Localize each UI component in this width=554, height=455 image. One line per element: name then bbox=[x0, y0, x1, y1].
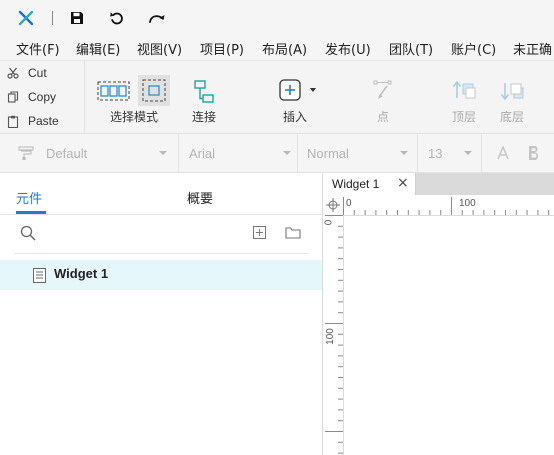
menu-team[interactable]: 团队(T) bbox=[389, 39, 433, 58]
select-mode-label: 选择模式 bbox=[109, 110, 158, 124]
cut-button[interactable]: Cut bbox=[6, 62, 82, 84]
menu-file[interactable]: 文件(F) bbox=[16, 39, 60, 58]
chevron-down-icon bbox=[400, 151, 408, 155]
list-item[interactable]: Widget 1 bbox=[0, 260, 322, 290]
document-tab[interactable]: Widget 1 × bbox=[323, 173, 416, 195]
search-row bbox=[0, 215, 322, 253]
chevron-down-icon bbox=[283, 151, 291, 155]
font-value: Arial bbox=[189, 145, 216, 161]
bring-to-front-button[interactable]: 顶层 bbox=[446, 61, 482, 133]
widget-item-label: Widget 1 bbox=[54, 266, 109, 281]
font-dropdown[interactable]: Arial bbox=[189, 134, 293, 172]
format-separator bbox=[178, 134, 179, 172]
select-mode-button[interactable]: 选择模式 bbox=[96, 61, 172, 133]
menu-bar: 文件(F) 编辑(E) 视图(V) 项目(P) 布局(A) 发布(U) 团队(T… bbox=[0, 36, 554, 61]
paste-button[interactable]: Paste bbox=[6, 110, 82, 132]
horizontal-ruler-ticks bbox=[343, 197, 550, 215]
menu-account[interactable]: 账户(C) bbox=[451, 39, 496, 58]
format-separator bbox=[297, 134, 298, 172]
title-bar bbox=[0, 0, 554, 36]
connect-label: 连接 bbox=[191, 110, 216, 124]
send-to-back-icon bbox=[499, 75, 525, 107]
font-size-value: 13 bbox=[428, 145, 443, 161]
font-color-icon bbox=[497, 146, 509, 160]
menu-publish[interactable]: 发布(U) bbox=[325, 39, 371, 58]
ruler-label: 100 bbox=[324, 328, 336, 345]
document-tab-strip: Widget 1 × bbox=[323, 173, 554, 195]
format-separator bbox=[481, 134, 482, 172]
close-icon[interactable]: × bbox=[397, 175, 409, 191]
copy-icon bbox=[6, 91, 20, 103]
clipboard-icon bbox=[6, 115, 20, 128]
ruler-corner bbox=[323, 195, 344, 216]
folder-icon[interactable] bbox=[285, 226, 301, 242]
cut-label: Cut bbox=[28, 66, 47, 80]
tab-widgets[interactable]: 元件 bbox=[16, 188, 42, 207]
add-page-icon[interactable] bbox=[253, 226, 266, 242]
page-icon bbox=[33, 268, 46, 286]
chevron-down-icon bbox=[464, 151, 472, 155]
connect-button[interactable]: 连接 bbox=[186, 61, 222, 133]
scissors-icon bbox=[6, 67, 20, 79]
insert-button[interactable]: 插入 bbox=[272, 61, 318, 133]
chevron-down-icon bbox=[159, 151, 167, 155]
horizontal-ruler: 0 100 bbox=[343, 195, 554, 216]
insert-label: 插入 bbox=[282, 110, 307, 124]
bold-icon bbox=[529, 146, 538, 160]
left-panel: 元件 概要 Widget 1 bbox=[0, 173, 323, 455]
font-size-dropdown[interactable]: 13 bbox=[428, 134, 474, 172]
canvas-area: Widget 1 × 0 100 0 100 bbox=[323, 173, 554, 455]
font-weight-value: Normal bbox=[307, 145, 349, 161]
ruler-label: 0 bbox=[323, 219, 335, 226]
menu-unverified[interactable]: 未正确 bbox=[513, 39, 552, 58]
copy-button[interactable]: Copy bbox=[6, 86, 82, 108]
style-dropdown[interactable]: Default bbox=[18, 134, 170, 172]
select-mode-icons bbox=[96, 75, 172, 107]
send-to-back-button[interactable]: 底层 bbox=[494, 61, 530, 133]
menu-view[interactable]: 视图(V) bbox=[137, 39, 182, 58]
bring-to-front-label: 顶层 bbox=[451, 110, 476, 124]
menu-project[interactable]: 项目(P) bbox=[200, 39, 244, 58]
document-tab-title: Widget 1 bbox=[332, 177, 380, 191]
axure-logo-icon bbox=[16, 8, 36, 28]
save-icon[interactable] bbox=[67, 8, 87, 28]
menu-layout[interactable]: 布局(A) bbox=[262, 39, 307, 58]
format-bar: Default Arial Normal 13 bbox=[0, 134, 554, 173]
bold-button[interactable] bbox=[527, 134, 543, 172]
point-label: 点 bbox=[376, 110, 389, 124]
search-underline bbox=[14, 253, 308, 254]
ruler-label: 0 bbox=[346, 198, 352, 209]
font-weight-dropdown[interactable]: Normal bbox=[307, 134, 411, 172]
point-button[interactable]: 点 bbox=[366, 61, 400, 133]
format-separator bbox=[417, 134, 418, 172]
crosshair-icon bbox=[326, 198, 340, 212]
clipboard-panel: Cut Copy Paste bbox=[0, 61, 85, 133]
redo-icon[interactable] bbox=[147, 8, 167, 28]
send-to-back-label: 底层 bbox=[499, 110, 524, 124]
paste-label: Paste bbox=[28, 114, 59, 128]
insert-icon bbox=[272, 75, 318, 107]
copy-label: Copy bbox=[28, 90, 57, 104]
tab-outline[interactable]: 概要 bbox=[187, 188, 213, 207]
paint-brush-icon bbox=[18, 145, 36, 161]
style-value: Default bbox=[46, 145, 88, 161]
font-color-button[interactable] bbox=[496, 134, 510, 172]
bring-to-front-icon bbox=[451, 75, 477, 107]
menu-edit[interactable]: 编辑(E) bbox=[76, 39, 120, 58]
undo-icon[interactable] bbox=[107, 8, 127, 28]
connect-icon bbox=[191, 75, 217, 107]
ruler-label: 100 bbox=[459, 198, 476, 209]
point-icon bbox=[370, 75, 396, 107]
search-icon[interactable] bbox=[20, 225, 36, 244]
title-bar-separator bbox=[52, 11, 53, 25]
main-toolbar: Cut Copy Paste 选择模式 连接 插入 点 顶层 底层 bbox=[0, 61, 554, 134]
vertical-ruler: 0 100 bbox=[323, 215, 344, 455]
